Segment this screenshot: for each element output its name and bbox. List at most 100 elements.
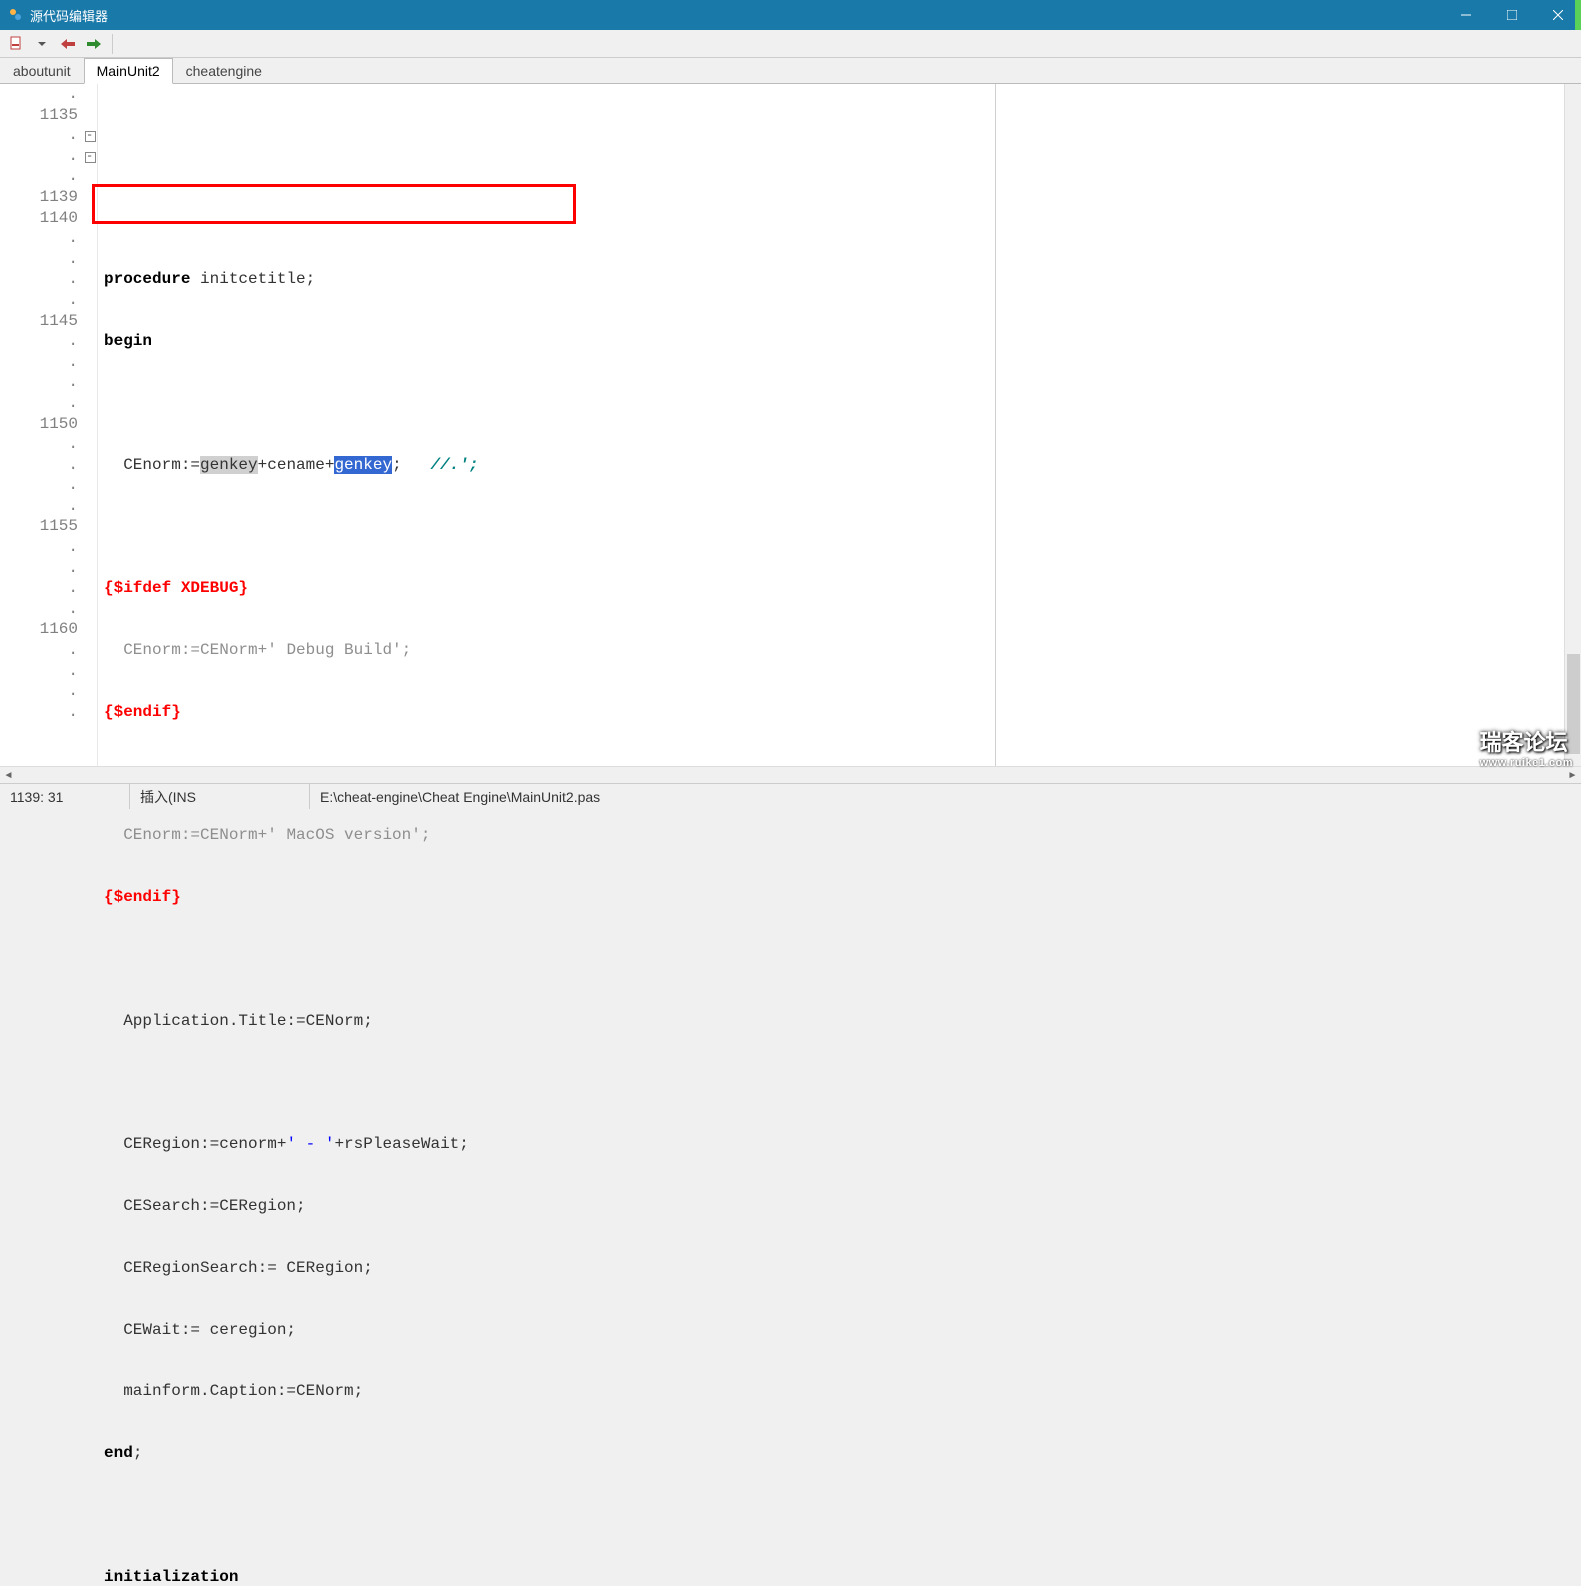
gutter-line: . bbox=[0, 125, 78, 146]
toolbar bbox=[0, 30, 1581, 58]
window-title: 源代码编辑器 bbox=[30, 6, 108, 25]
minimize-button[interactable] bbox=[1443, 0, 1489, 30]
maximize-button[interactable] bbox=[1489, 0, 1535, 30]
gutter-line: . bbox=[0, 166, 78, 187]
code-text: CEnorm:=CENorm+ bbox=[104, 641, 267, 659]
fold-toggle[interactable] bbox=[84, 125, 97, 146]
gutter-line: . bbox=[0, 84, 78, 105]
code-line: mainform.Caption:=CENorm; bbox=[100, 1381, 1581, 1402]
code-line: {$endif} bbox=[100, 887, 1581, 908]
keyword: procedure bbox=[104, 270, 190, 288]
code-text: CEWait:= ceregion; bbox=[104, 1321, 296, 1339]
code-line: procedure initcetitle; bbox=[100, 269, 1581, 290]
code-text: CEnorm:= bbox=[104, 456, 200, 474]
gutter-line: 1140 bbox=[0, 208, 78, 229]
window-controls bbox=[1443, 0, 1581, 30]
tab-aboutunit[interactable]: aboutunit bbox=[0, 58, 84, 83]
gutter-line: . bbox=[0, 537, 78, 558]
gutter-line: 1160 bbox=[0, 619, 78, 640]
string-literal: ' MacOS version' bbox=[267, 826, 421, 844]
gutter-line: 1150 bbox=[0, 414, 78, 435]
code-line: {$ifdef XDEBUG} bbox=[100, 578, 1581, 599]
directive: {$ifdef XDEBUG} bbox=[104, 579, 248, 597]
gutter-line: . bbox=[0, 640, 78, 661]
gutter-line: . bbox=[0, 661, 78, 682]
gutter-line: . bbox=[0, 496, 78, 517]
code-line bbox=[100, 516, 1581, 537]
dropdown-arrow-icon[interactable] bbox=[32, 34, 52, 54]
tab-mainunit2[interactable]: MainUnit2 bbox=[84, 58, 173, 84]
vertical-scrollbar[interactable] bbox=[1564, 84, 1581, 766]
fold-toggle[interactable] bbox=[84, 146, 97, 167]
code-line bbox=[100, 146, 1581, 167]
directive: {$endif} bbox=[104, 703, 181, 721]
gutter-line: . bbox=[0, 352, 78, 373]
gutter-line: . bbox=[0, 434, 78, 455]
code-text: Application.Title:=CENorm; bbox=[104, 1012, 373, 1030]
code-line: initialization bbox=[100, 1567, 1581, 1586]
code-line: CEWait:= ceregion; bbox=[100, 1320, 1581, 1341]
code-line: {$endif} bbox=[100, 702, 1581, 723]
scroll-right-arrow[interactable]: ► bbox=[1564, 767, 1581, 784]
file-button[interactable] bbox=[6, 34, 26, 54]
code-text: ; bbox=[402, 641, 412, 659]
nav-forward-button[interactable] bbox=[84, 34, 104, 54]
scrollbar-thumb[interactable] bbox=[1567, 654, 1580, 754]
keyword: begin bbox=[104, 332, 152, 350]
gutter-line: . bbox=[0, 146, 78, 167]
selection: genkey bbox=[334, 456, 392, 474]
code-text: CERegion:=cenorm+ bbox=[104, 1135, 286, 1153]
gutter-line: . bbox=[0, 393, 78, 414]
code-line bbox=[100, 1073, 1581, 1094]
nav-back-button[interactable] bbox=[58, 34, 78, 54]
code-line bbox=[100, 1505, 1581, 1526]
tabbar: aboutunit MainUnit2 cheatengine bbox=[0, 58, 1581, 84]
code-text: ; bbox=[392, 456, 430, 474]
code-line-highlighted: CEnorm:=genkey+cename+genkey; //.'; bbox=[100, 455, 1581, 476]
code-line bbox=[100, 393, 1581, 414]
scroll-left-arrow[interactable]: ◄ bbox=[0, 767, 17, 784]
keyword: initialization bbox=[104, 1568, 238, 1586]
code-text: CESearch:=CERegion; bbox=[104, 1197, 306, 1215]
gutter-line: . bbox=[0, 331, 78, 352]
gutter-line: . bbox=[0, 372, 78, 393]
gutter-line: . bbox=[0, 455, 78, 476]
titlebar: 源代码编辑器 bbox=[0, 0, 1581, 30]
window-edge-indicator bbox=[1575, 0, 1581, 30]
string-literal: ' Debug Build' bbox=[267, 641, 401, 659]
gutter-line: 1139 bbox=[0, 187, 78, 208]
code-line bbox=[100, 208, 1581, 229]
code-text: +rsPleaseWait; bbox=[334, 1135, 468, 1153]
gutter-line: 1155 bbox=[0, 516, 78, 537]
line-gutter: . 1135 . . . 1139 1140 . . . . 1145 . . … bbox=[0, 84, 84, 766]
app-icon bbox=[8, 7, 24, 23]
gutter-line: . bbox=[0, 475, 78, 496]
directive: {$endif} bbox=[104, 888, 181, 906]
gutter-line: . bbox=[0, 290, 78, 311]
horizontal-scrollbar[interactable]: ◄ ► bbox=[0, 766, 1581, 783]
code-line: CEnorm:=CENorm+' Debug Build'; bbox=[100, 640, 1581, 661]
code-text: + bbox=[325, 456, 335, 474]
code-line: CERegion:=cenorm+' - '+rsPleaseWait; bbox=[100, 1134, 1581, 1155]
fold-column bbox=[84, 84, 98, 766]
keyword: end bbox=[104, 1444, 133, 1462]
editor-area: . 1135 . . . 1139 1140 . . . . 1145 . . … bbox=[0, 84, 1581, 766]
toolbar-separator bbox=[112, 34, 113, 54]
code-line: end; bbox=[100, 1443, 1581, 1464]
right-margin-line bbox=[995, 84, 996, 766]
gutter-line: . bbox=[0, 578, 78, 599]
gutter-line: . bbox=[0, 702, 78, 723]
code-line bbox=[100, 949, 1581, 970]
gutter-line: . bbox=[0, 681, 78, 702]
gutter-line: . bbox=[0, 228, 78, 249]
code-line: CEnorm:=CENorm+' MacOS version'; bbox=[100, 825, 1581, 846]
code-view[interactable]: procedure initcetitle; begin CEnorm:=gen… bbox=[98, 84, 1581, 766]
symbol-match: genkey bbox=[200, 456, 258, 474]
code-line: CERegionSearch:= CERegion; bbox=[100, 1258, 1581, 1279]
tab-cheatengine[interactable]: cheatengine bbox=[173, 58, 275, 83]
code-text: ; bbox=[421, 826, 431, 844]
gutter-line: 1145 bbox=[0, 311, 78, 332]
code-line: CESearch:=CERegion; bbox=[100, 1196, 1581, 1217]
code-line: Application.Title:=CENorm; bbox=[100, 1011, 1581, 1032]
code-text: ; bbox=[133, 1444, 143, 1462]
